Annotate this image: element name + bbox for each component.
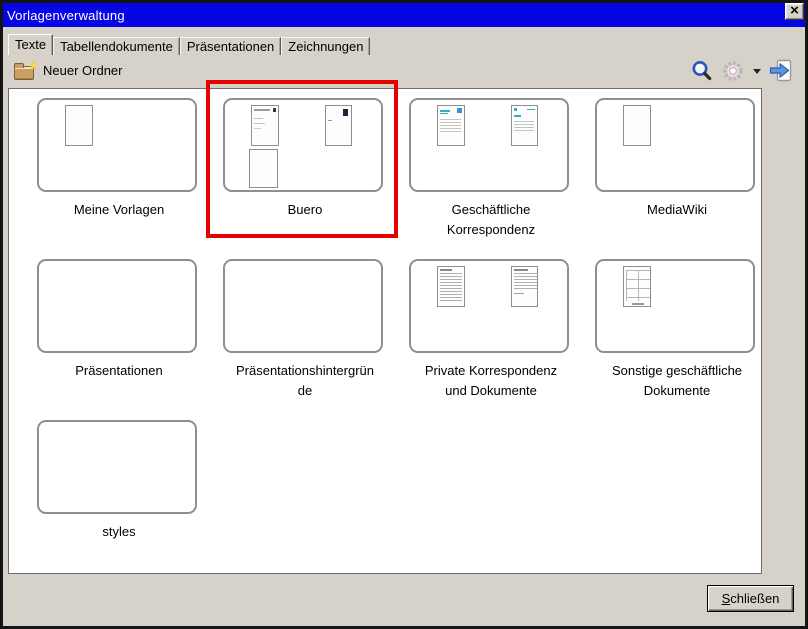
- gear-icon[interactable]: [721, 59, 745, 83]
- template-thumbnail: [623, 105, 651, 146]
- folder-card: [223, 259, 383, 353]
- folder-meine-vorlagen[interactable]: Meine Vorlagen: [37, 98, 223, 259]
- close-icon[interactable]: ×: [785, 3, 804, 20]
- folder-label: styles: [26, 522, 212, 542]
- dropdown-arrow-icon[interactable]: [753, 69, 761, 74]
- template-thumbnail: [437, 266, 465, 307]
- folder-label: Präsentationen: [26, 361, 212, 381]
- folder-label: GeschäftlicheKorrespondenz: [398, 200, 584, 240]
- tab-zeichnungen[interactable]: Zeichnungen: [281, 37, 370, 55]
- folder-styles[interactable]: styles: [37, 420, 223, 574]
- star-badge-icon: ★: [28, 58, 39, 72]
- folder-label: MediaWiki: [584, 200, 762, 220]
- folder-praesentationen[interactable]: Präsentationen: [37, 259, 223, 420]
- folder-card: [595, 259, 755, 353]
- folder-card: [595, 98, 755, 192]
- new-folder-label: Neuer Ordner: [43, 63, 122, 78]
- folder-label: Sonstige geschäftlicheDokumente: [584, 361, 762, 401]
- folder-card: [37, 259, 197, 353]
- tab-strip: TexteTabellendokumentePräsentationenZeic…: [8, 34, 370, 55]
- folder-card: [409, 98, 569, 192]
- import-template-icon[interactable]: [769, 59, 793, 83]
- schliessen-button[interactable]: Schließen: [707, 585, 794, 612]
- folder-label: Buero: [212, 200, 398, 220]
- template-thumbnail: [251, 105, 279, 146]
- folder-card: [223, 98, 383, 192]
- folder-sonstige-geschaeftliche-dokumente[interactable]: Sonstige geschäftlicheDokumente: [595, 259, 762, 420]
- new-folder-icon: ★: [14, 66, 34, 80]
- template-thumbnail: [325, 105, 352, 146]
- folder-buero[interactable]: Buero: [223, 98, 409, 259]
- template-thumbnail: [65, 105, 93, 146]
- new-folder-button[interactable]: ★ Neuer Ordner: [14, 58, 122, 82]
- folder-card: [37, 420, 197, 514]
- template-thumbnail: [623, 266, 651, 307]
- tab-tabellendokumente[interactable]: Tabellendokumente: [53, 37, 180, 55]
- template-folder-panel: Meine Vorlagen Buero GeschäftlicheKorres…: [8, 88, 762, 574]
- folder-label: Präsentationshintergründe: [212, 361, 398, 401]
- folder-geschaeftliche-korrespondenz[interactable]: GeschäftlicheKorrespondenz: [409, 98, 595, 259]
- template-thumbnail: [249, 149, 278, 188]
- close-button-label: chließen: [730, 591, 779, 606]
- window-title: Vorlagenverwaltung: [7, 8, 125, 23]
- folder-label: Meine Vorlagen: [26, 200, 212, 220]
- folder-label: Private Korrespondenzund Dokumente: [398, 361, 584, 401]
- folder-card: [37, 98, 197, 192]
- template-thumbnail: [511, 266, 538, 307]
- tab-texte[interactable]: Texte: [8, 34, 53, 55]
- title-bar: Vorlagenverwaltung: [3, 3, 805, 27]
- folder-card: [409, 259, 569, 353]
- tab-präsentationen[interactable]: Präsentationen: [180, 37, 281, 55]
- folder-mediawiki[interactable]: MediaWiki: [595, 98, 762, 259]
- folder-praesentationshintergruende[interactable]: Präsentationshintergründe: [223, 259, 409, 420]
- search-icon[interactable]: [690, 59, 714, 83]
- folder-grid: Meine Vorlagen Buero GeschäftlicheKorres…: [37, 98, 762, 574]
- close-button-accel: S: [722, 591, 731, 606]
- toolbar-right: [690, 59, 793, 83]
- template-thumbnail: [511, 105, 538, 146]
- folder-private-korrespondenz-und-dokumente[interactable]: Private Korrespondenzund Dokumente: [409, 259, 595, 420]
- template-manager-dialog: Vorlagenverwaltung × TexteTabellendokume…: [0, 0, 808, 629]
- template-thumbnail: [437, 105, 465, 146]
